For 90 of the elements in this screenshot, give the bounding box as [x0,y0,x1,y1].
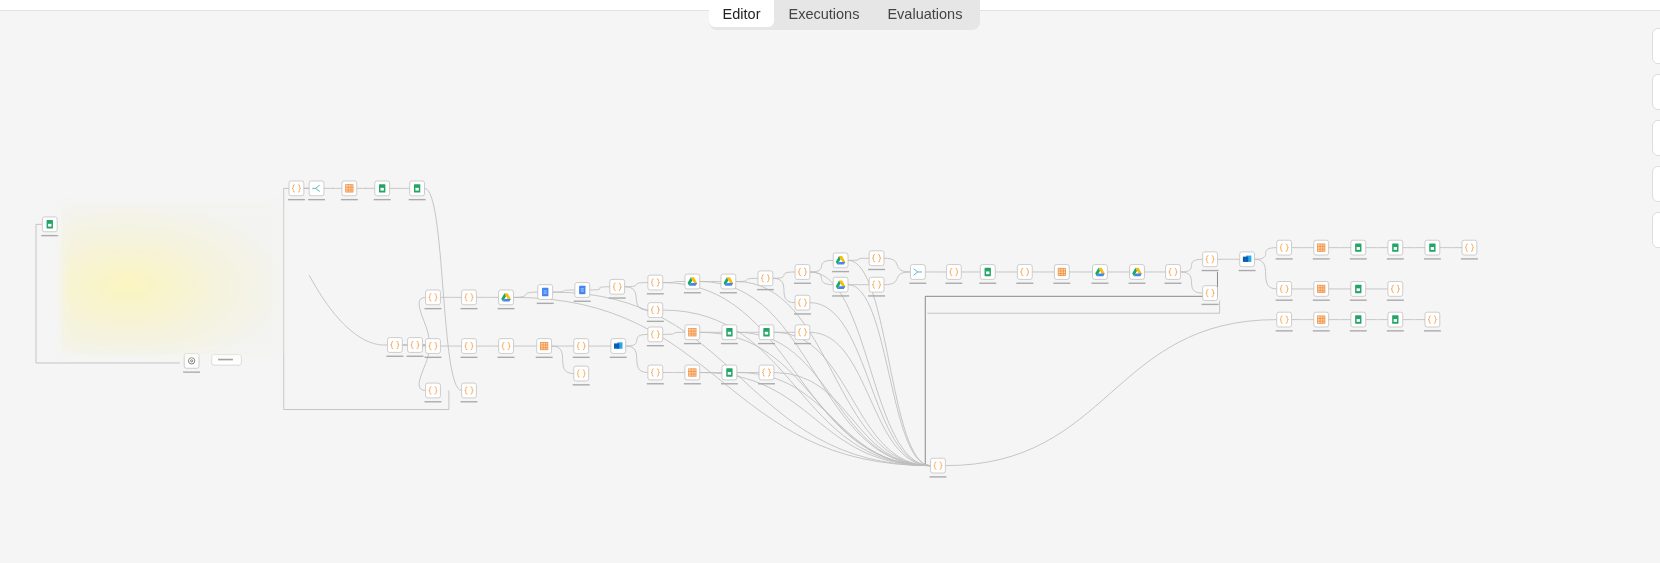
workflow-node[interactable] [720,364,738,385]
workflow-node[interactable] [646,364,664,385]
workflow-node[interactable] [929,457,947,478]
workflow-node[interactable] [1423,239,1441,260]
workflow-node[interactable] [340,180,358,201]
workflow-node[interactable] [572,338,590,358]
workflow-node[interactable] [497,289,515,310]
workflow-node[interactable] [287,180,305,201]
workflow-node[interactable] [573,282,591,302]
workflow-node[interactable] [183,353,201,373]
connection-line [356,187,376,189]
connection-line [389,187,411,189]
connection-line [1328,247,1352,249]
workflow-node[interactable] [1128,264,1146,284]
workflow-node[interactable] [424,382,442,403]
workflow-node[interactable] [646,326,664,347]
workflow-node[interactable] [1460,239,1478,260]
tab[interactable]: Editor [708,0,775,27]
workflow-node[interactable] [424,338,442,358]
workflow-node[interactable] [683,324,701,345]
workflow-node[interactable] [460,382,478,403]
workflow-node[interactable] [1275,239,1293,260]
workflow-node[interactable] [832,276,850,297]
workflow-node[interactable] [758,364,775,385]
workflow-node[interactable] [497,338,515,358]
connection-line [1291,319,1315,321]
workflow-node[interactable] [406,337,424,357]
workflow-node[interactable] [1423,311,1441,332]
connection-line [1328,319,1352,321]
workflow-node[interactable] [424,289,442,310]
workflow-node[interactable] [1275,311,1293,332]
workflow-node[interactable] [794,294,811,315]
workflow-node[interactable] [794,264,811,284]
workflow-node[interactable] [1349,281,1367,301]
connection-line [400,344,410,346]
connection-line [1217,258,1241,260]
connection-line [1365,247,1389,249]
workflow-node[interactable] [536,284,554,305]
workflow-node[interactable] [832,252,850,273]
workflow-node[interactable] [1312,239,1330,260]
workflow-node[interactable] [1349,311,1367,332]
workflow-node[interactable] [1201,285,1219,306]
workflow-node[interactable] [1238,251,1256,272]
workflow-node[interactable] [979,264,997,284]
workflow-node[interactable] [909,264,927,284]
workflow-node[interactable] [683,273,701,294]
connection-line [1291,247,1315,249]
workflow-node[interactable] [1312,281,1330,301]
tab[interactable]: Evaluations [873,0,977,27]
workflow-node[interactable] [646,274,664,295]
workflow-node[interactable] [646,302,664,323]
workflow-node[interactable] [720,324,738,345]
workflow-node[interactable] [609,338,627,358]
connection-line [1402,247,1426,249]
workflow-node[interactable] [1386,239,1404,260]
workflow-node[interactable] [1275,281,1293,301]
workflow-node[interactable] [608,279,626,299]
workflow-node[interactable] [868,276,886,297]
tab[interactable]: Executions [774,0,874,27]
workflow-node[interactable] [868,250,886,271]
workflow-node[interactable] [460,338,478,358]
workflow-node[interactable] [1091,264,1109,284]
workflow-node[interactable] [535,338,553,358]
workflow-node[interactable] [1164,264,1182,284]
workflow-node[interactable] [408,180,426,201]
connection-line [1402,319,1426,321]
connection-line [475,296,500,298]
workflow-node[interactable] [756,270,774,291]
workflow-node[interactable] [41,216,59,237]
workflow-node[interactable] [373,180,391,201]
connection-line [323,187,343,189]
workflow-node[interactable] [1349,239,1367,260]
workflow-node[interactable] [1312,311,1330,332]
workflow-node[interactable] [719,273,737,294]
workflow-node[interactable] [386,337,404,357]
note-node[interactable] [211,354,242,366]
workflow-node[interactable] [945,264,963,284]
workflow-node[interactable] [794,324,811,345]
workflow-node[interactable] [460,289,478,310]
workflow-node[interactable] [572,365,590,386]
workflow-node[interactable] [1386,281,1404,301]
workflow-node[interactable] [1201,251,1219,272]
connection-line [1365,319,1389,321]
workflow-node[interactable] [758,324,775,345]
connection-line [1439,247,1463,249]
workflow-node[interactable] [308,180,325,201]
workflow-node[interactable] [1016,264,1034,284]
workflow-node[interactable] [1053,264,1071,284]
workflow-node[interactable] [683,364,701,385]
workflow-node[interactable] [1386,311,1404,332]
